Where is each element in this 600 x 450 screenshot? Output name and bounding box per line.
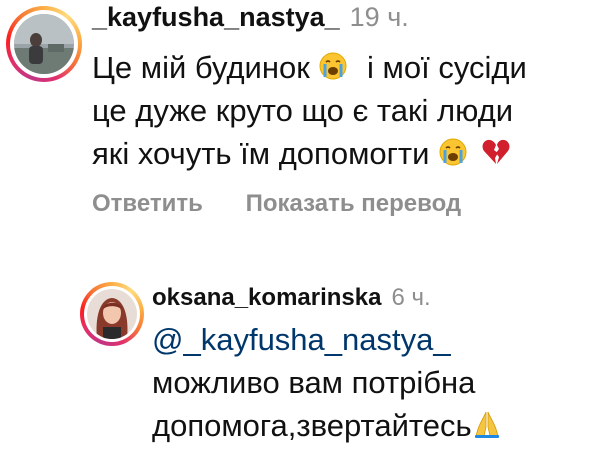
comment-text-line: це дуже круто що є такі люди (92, 93, 513, 129)
comment-text: які хочуть їм допомогти (92, 136, 430, 171)
folded-hands-emoji-icon (472, 409, 502, 447)
comment-text: це дуже круто що є такі люди (92, 93, 514, 128)
comment-text: допомога,звертайтесь (152, 408, 472, 443)
comment-text: можливо вам потрібна (152, 365, 476, 400)
comment-text-line: допомога,звертайтесь (152, 408, 502, 447)
crying-face-emoji-icon (318, 51, 348, 89)
comment-username[interactable]: oksana_komarinska 6 ч. (152, 284, 431, 312)
avatar-photo-icon (14, 14, 74, 74)
comment-text-line: @_kayfusha_nastya_ (152, 322, 451, 358)
mention-link[interactable]: @_kayfusha_nastya_ (152, 322, 451, 357)
username-text[interactable]: oksana_komarinska (152, 284, 381, 311)
comment-text: і мої сусіди (367, 50, 527, 85)
comment-text: Це мій будинок (92, 50, 310, 85)
avatar[interactable] (14, 14, 74, 74)
reply-button[interactable]: Ответить (92, 190, 203, 217)
comment-actions: Ответить Показать перевод (92, 190, 461, 218)
comment-time: 6 ч. (391, 284, 431, 311)
crying-face-emoji-icon (438, 137, 468, 175)
comment-time: 19 ч. (349, 2, 409, 32)
comment-text-line: Це мій будинок і мої сусіди (92, 50, 527, 89)
username-text[interactable]: _kayfusha_nastya_ (92, 2, 340, 32)
avatar[interactable] (87, 289, 137, 339)
comment-text-line: можливо вам потрібна (152, 365, 475, 401)
broken-heart-emoji-icon (481, 137, 511, 175)
show-translation-button[interactable]: Показать перевод (246, 190, 462, 217)
avatar-photo-icon (87, 289, 137, 339)
comment-text-line: які хочуть їм допомогти (92, 136, 511, 175)
comment-username[interactable]: _kayfusha_nastya_ 19 ч. (92, 2, 409, 33)
